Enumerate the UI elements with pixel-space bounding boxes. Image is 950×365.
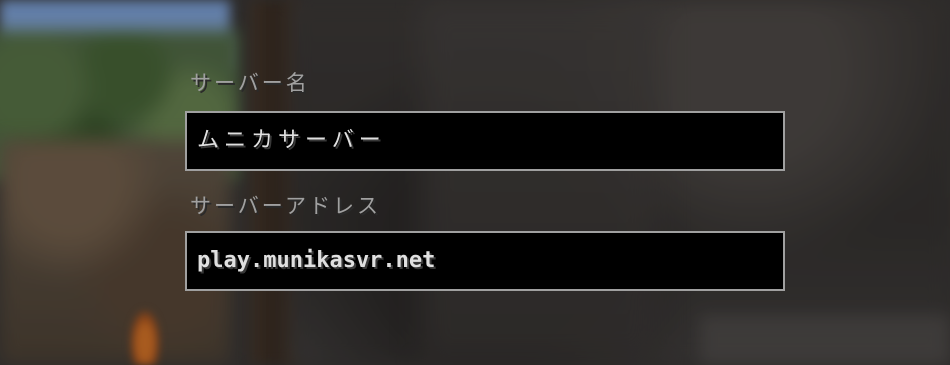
server-address-input[interactable]: play.munikasvr.net	[185, 231, 785, 291]
server-address-label: サーバーアドレス	[190, 194, 381, 218]
server-name-input[interactable]: ムニカサーバー	[185, 111, 785, 171]
server-edit-form: サーバー名 ムニカサーバー サーバーアドレス play.munikasvr.ne…	[0, 0, 950, 365]
server-name-value: ムニカサーバー	[197, 128, 386, 153]
server-address-value: play.munikasvr.net	[197, 248, 436, 273]
server-name-label: サーバー名	[190, 71, 310, 95]
